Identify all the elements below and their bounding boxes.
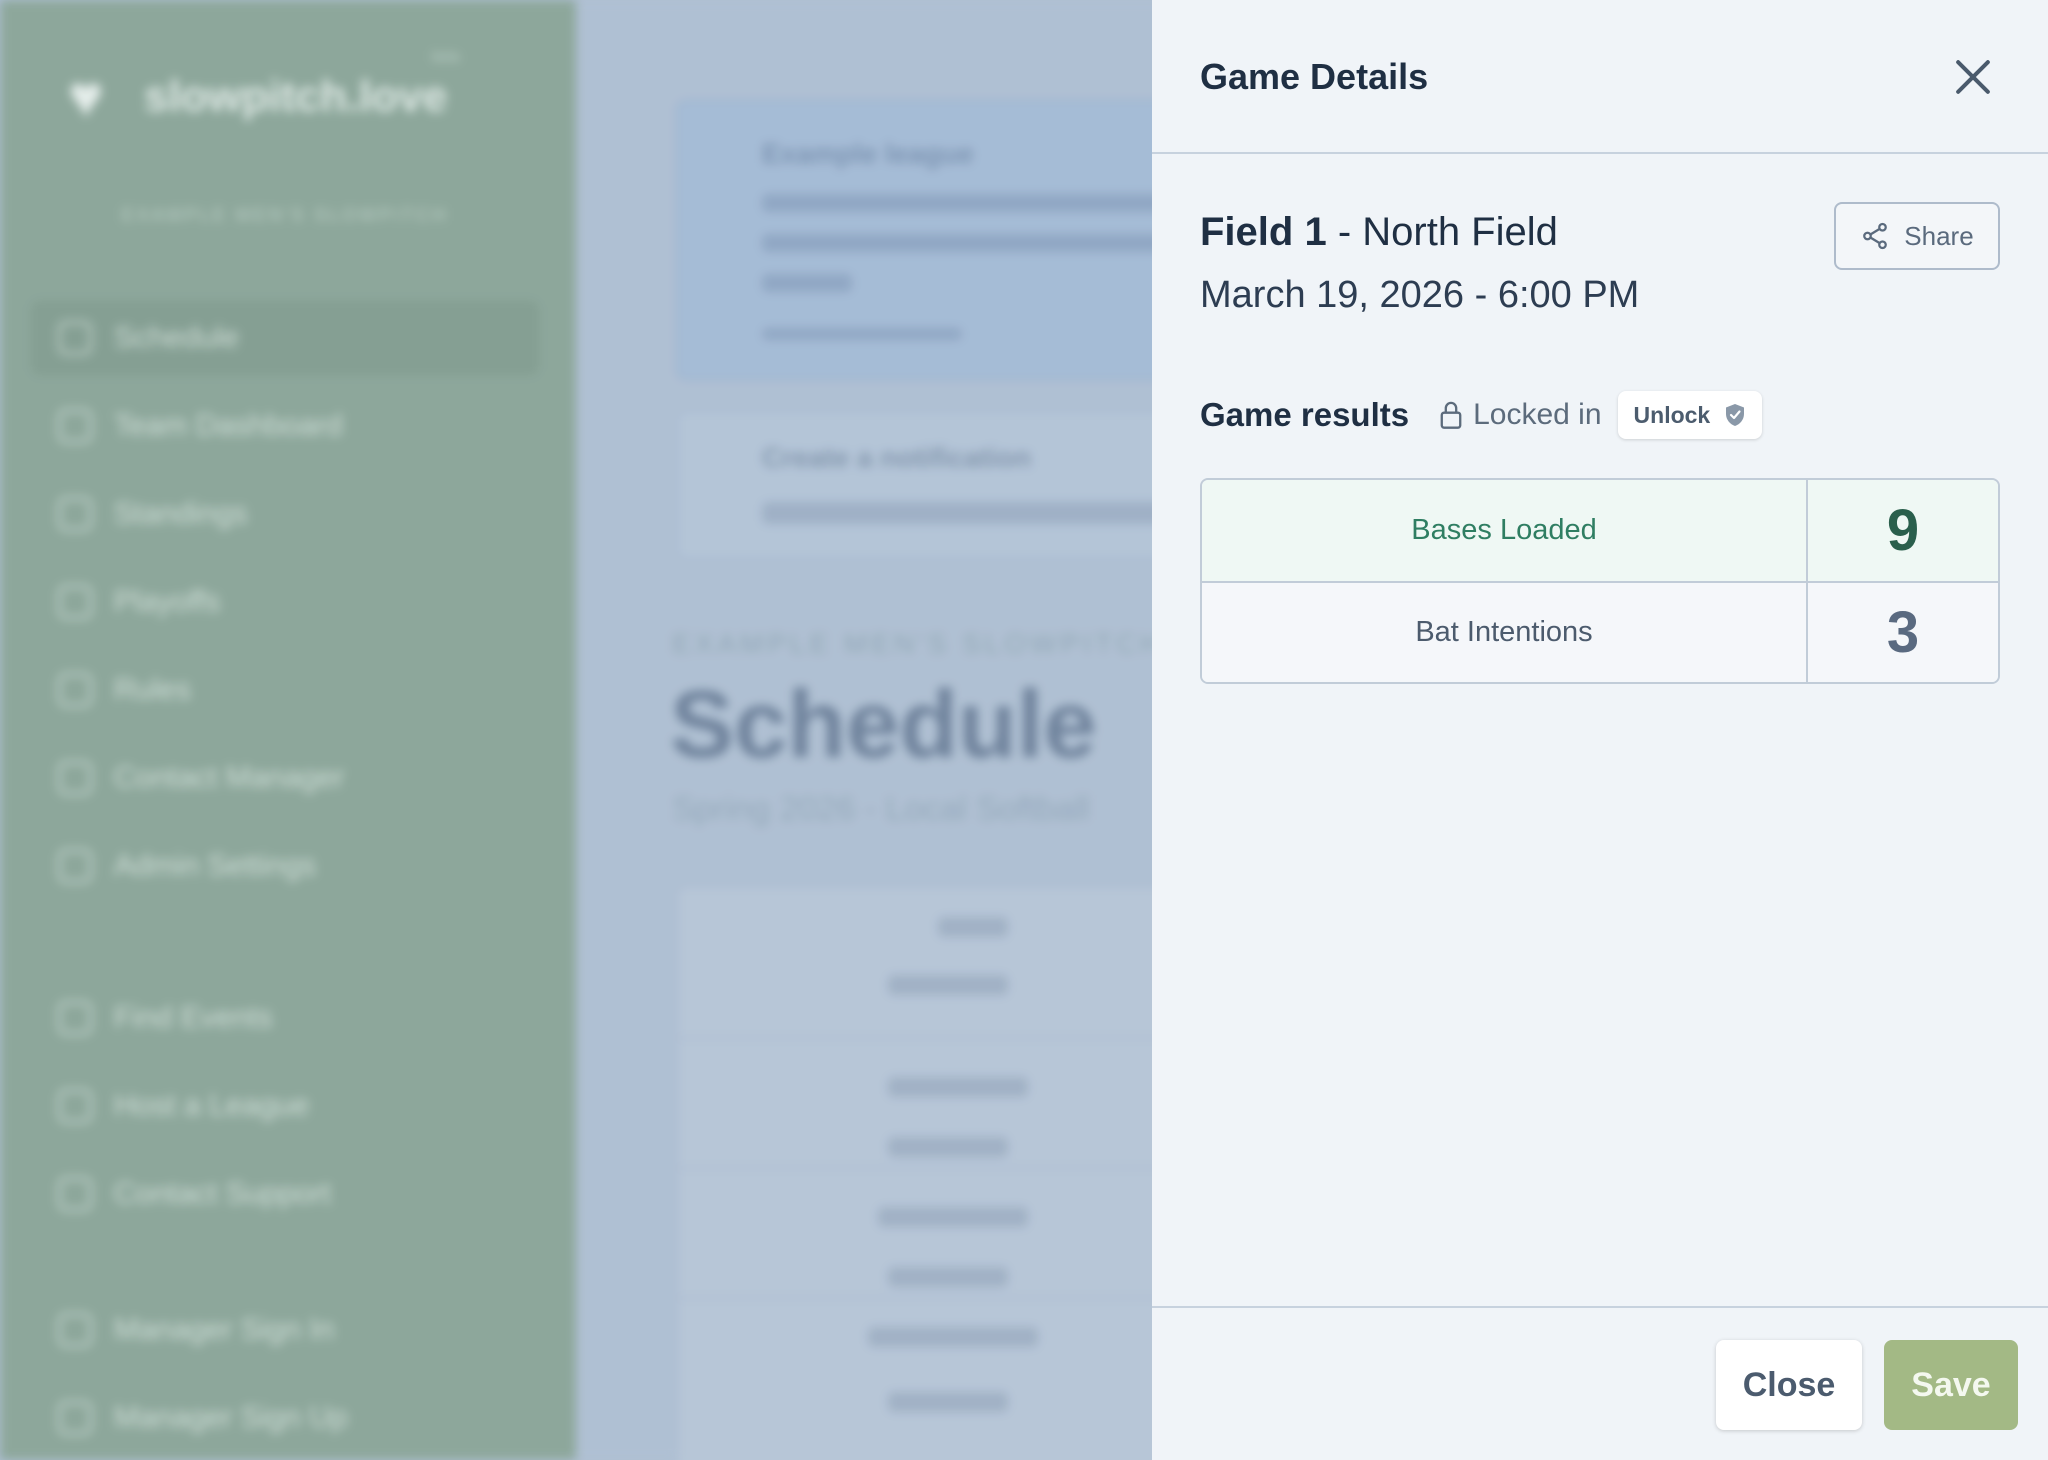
location-separator: - [1326,210,1363,254]
table-row: Bat Intentions 3 [1202,581,1998,682]
table-row: Bases Loaded 9 [1202,480,1998,581]
close-icon[interactable] [1950,54,1996,100]
unlock-label: Unlock [1633,401,1711,428]
team-score[interactable]: 3 [1808,583,1998,682]
lock-icon [1440,401,1462,429]
team-score[interactable]: 9 [1808,480,1998,581]
locked-status: Locked in [1439,398,1602,432]
game-datetime: March 19, 2026 - 6:00 PM [1200,274,1640,316]
locked-label: Locked in [1473,398,1602,431]
results-label: Game results [1200,396,1410,433]
team-name: Bat Intentions [1202,583,1808,682]
drawer-header: Game Details [1152,0,2048,154]
game-results-header: Game results Locked in Unlock [1200,390,1763,440]
drawer-footer: Close Save [1152,1306,2048,1460]
share-label: Share [1904,220,1974,251]
save-button[interactable]: Save [1884,1340,2018,1430]
field-name: Field 1 [1200,210,1327,254]
drawer-title: Game Details [1200,56,1429,97]
share-button[interactable]: Share [1834,202,2000,270]
game-details-drawer: Game Details Field 1 - North Field March… [1152,0,2048,1460]
share-icon [1863,222,1888,250]
unlock-button[interactable]: Unlock [1617,391,1763,439]
game-location: Field 1 - North Field [1200,210,1558,255]
team-name: Bases Loaded [1202,480,1808,581]
shield-check-icon [1726,404,1745,426]
close-button[interactable]: Close [1716,1340,1862,1430]
score-table: Bases Loaded 9 Bat Intentions 3 [1200,478,2000,684]
field-location: North Field [1362,210,1558,254]
